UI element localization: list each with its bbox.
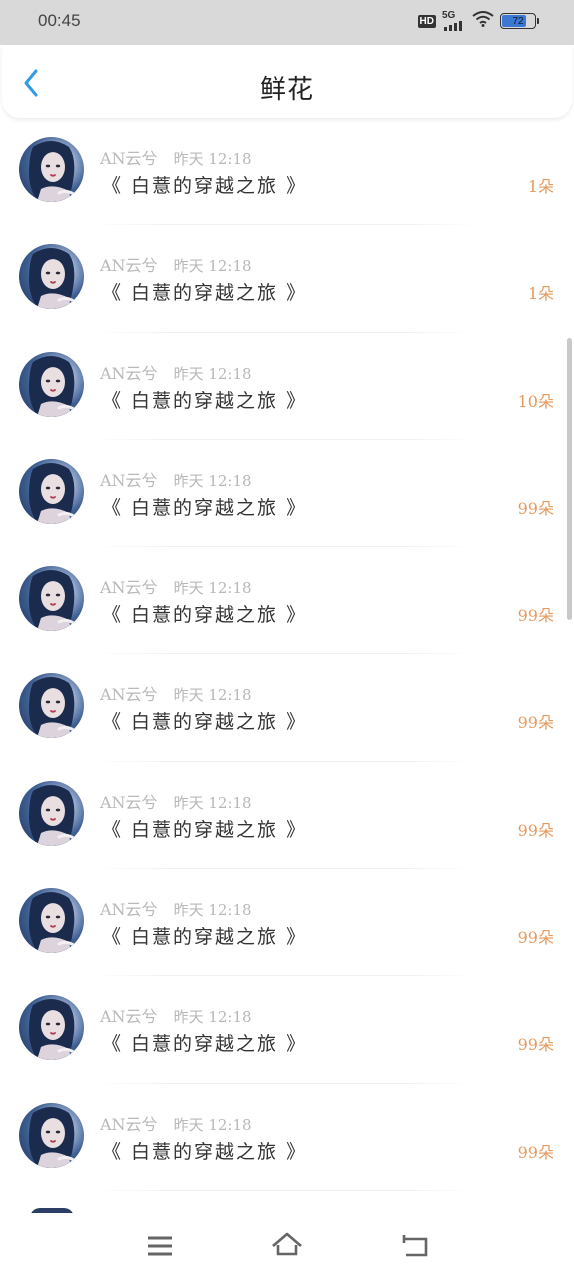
wifi-icon (472, 11, 494, 31)
timestamp: 昨天 12:18 (173, 257, 252, 276)
item-meta: AN云兮 昨天 12:18 (100, 1111, 252, 1135)
user-name: AN云兮 (100, 685, 158, 705)
user-name: AN云兮 (100, 900, 158, 920)
item-meta: AN云兮 昨天 12:18 (100, 1003, 252, 1027)
list-item[interactable]: AN云兮 昨天 12:18 《 白薏的穿越之旅 》 1朵 (0, 118, 574, 226)
item-meta: AN云兮 昨天 12:18 (100, 467, 252, 491)
flower-count: 99朵 (517, 1142, 554, 1162)
item-meta: AN云兮 昨天 12:18 (100, 896, 252, 920)
home-icon (272, 1232, 302, 1256)
item-meta: AN云兮 昨天 12:18 (100, 574, 252, 598)
avatar[interactable] (19, 673, 84, 739)
item-meta: AN云兮 昨天 12:18 (100, 145, 252, 169)
battery-level: 72 (512, 15, 524, 27)
menu-icon (148, 1236, 172, 1256)
list-item[interactable]: AN云兮 昨天 12:18 《 白薏的穿越之旅 》 99朵 (0, 654, 574, 762)
flower-count: 99朵 (517, 713, 554, 733)
battery-icon: 72 (500, 13, 539, 29)
book-title: 《 白薏的穿越之旅 》 (102, 604, 308, 627)
flower-count: 99朵 (517, 606, 554, 626)
book-title: 《 白薏的穿越之旅 》 (102, 926, 308, 949)
book-title: 《 白薏的穿越之旅 》 (102, 1140, 308, 1163)
flower-count: 1朵 (527, 177, 554, 196)
flower-count: 1朵 (527, 284, 554, 304)
flower-count: 99朵 (517, 1035, 554, 1055)
list-item[interactable]: AN云兮 昨天 12:18 《 白薏的穿越之旅 》 99朵 (0, 547, 574, 655)
book-title: 《 白薏的穿越之旅 》 (102, 1033, 308, 1056)
list-item[interactable]: AN云兮 昨天 12:18 《 白薏的穿越之旅 》 99朵 (0, 976, 574, 1084)
avatar[interactable] (19, 458, 84, 524)
book-title: 《 白薏的穿越之旅 》 (102, 496, 308, 519)
book-title: 《 白薏的穿越之旅 》 (102, 711, 308, 734)
flower-count: 99朵 (517, 820, 554, 840)
page-title: 鲜花 (259, 75, 314, 105)
list-item[interactable]: AN云兮 昨天 12:18 《 白薏的穿越之旅 》 10朵 (0, 333, 574, 440)
timestamp: 昨天 12:18 (173, 150, 252, 168)
list-item[interactable]: AN云兮 昨天 12:18 《 白薏的穿越之旅 》 99朵 (0, 869, 574, 977)
avatar[interactable] (19, 995, 84, 1061)
avatar[interactable] (19, 566, 84, 632)
menu-button[interactable] (143, 1231, 177, 1261)
user-name: AN云兮 (100, 792, 158, 812)
avatar[interactable] (19, 1102, 84, 1168)
status-time: 00:45 (38, 11, 81, 30)
item-meta: AN云兮 昨天 12:18 (100, 360, 252, 384)
user-name: AN云兮 (100, 1007, 158, 1027)
avatar[interactable] (19, 888, 84, 954)
timestamp: 昨天 12:18 (173, 1008, 252, 1027)
list-item[interactable]: AN云兮 昨天 12:18 《 白薏的穿越之旅 》 99朵 (0, 440, 574, 548)
user-name: AN云兮 (100, 1114, 158, 1134)
user-name: AN云兮 (100, 149, 158, 168)
item-meta: AN云兮 昨天 12:18 (100, 681, 252, 705)
navigation-bar (0, 1213, 574, 1280)
scrollbar[interactable] (567, 338, 572, 620)
item-meta: AN云兮 昨天 12:18 (100, 252, 252, 276)
home-button[interactable] (270, 1231, 304, 1261)
back-icon (402, 1235, 428, 1257)
book-title: 《 白薏的穿越之旅 》 (102, 175, 308, 197)
book-title: 《 白薏的穿越之旅 》 (102, 818, 308, 841)
item-meta: AN云兮 昨天 12:18 (100, 789, 252, 813)
list-item[interactable]: AN云兮 昨天 12:18 《 白薏的穿越之旅 》 99朵 (0, 1084, 574, 1191)
avatar[interactable] (19, 351, 84, 417)
status-icons: HD 5G 72 (417, 11, 539, 31)
user-name: AN云兮 (100, 578, 158, 598)
network-type-label: 5G (442, 10, 456, 21)
system-back-button[interactable] (397, 1231, 431, 1261)
flower-count: 99朵 (517, 928, 554, 948)
timestamp: 昨天 12:18 (173, 364, 252, 383)
avatar[interactable] (19, 137, 84, 202)
timestamp: 昨天 12:18 (173, 1115, 252, 1134)
timestamp: 昨天 12:18 (173, 686, 252, 705)
timestamp: 昨天 12:18 (173, 579, 252, 598)
hd-icon: HD (417, 14, 436, 28)
book-title: 《 白薏的穿越之旅 》 (102, 282, 308, 305)
flower-count: 10朵 (517, 391, 554, 411)
header: 鲜花 (2, 45, 572, 118)
timestamp: 昨天 12:18 (173, 793, 252, 812)
flower-count: 99朵 (517, 498, 554, 518)
user-name: AN云兮 (100, 256, 158, 276)
avatar[interactable] (19, 780, 84, 846)
signal-icon: 5G (442, 11, 466, 31)
list-item[interactable]: AN云兮 昨天 12:18 《 白薏的穿越之旅 》 1朵 (0, 225, 574, 333)
divider (95, 1189, 479, 1191)
status-bar: 00:45 HD 5G 72 (0, 0, 574, 45)
timestamp: 昨天 12:18 (173, 901, 252, 920)
user-name: AN云兮 (100, 363, 158, 383)
list-item[interactable]: AN云兮 昨天 12:18 《 白薏的穿越之旅 》 99朵 (0, 762, 574, 870)
user-name: AN云兮 (100, 470, 158, 490)
book-title: 《 白薏的穿越之旅 》 (102, 389, 308, 412)
timestamp: 昨天 12:18 (173, 471, 252, 490)
flower-list[interactable]: AN云兮 昨天 12:18 《 白薏的穿越之旅 》 1朵 AN云兮 昨天 12:18… (0, 118, 574, 1213)
avatar[interactable] (19, 244, 84, 310)
